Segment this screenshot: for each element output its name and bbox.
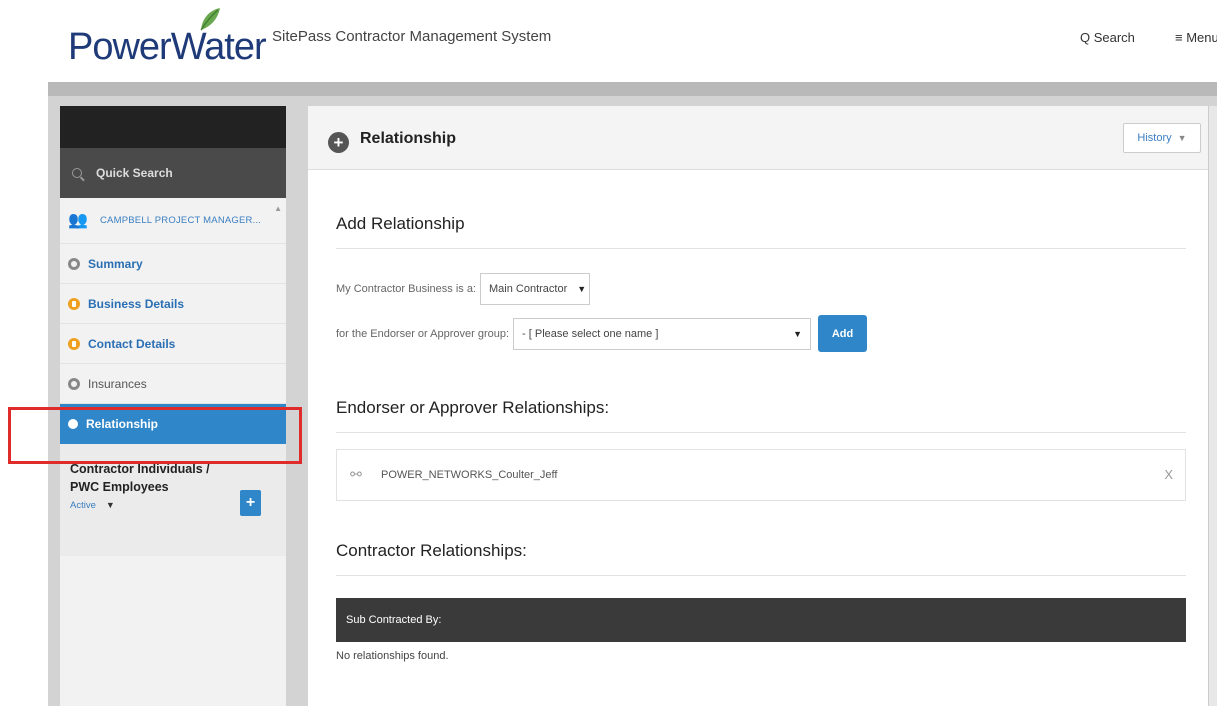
group-value: - [ Please select one name ]	[522, 327, 659, 340]
sidebar-item-label: Contact Details	[88, 336, 176, 351]
sidebar: Quick Search 👥 CAMPBELL PROJECT MANAGER.…	[60, 106, 286, 706]
caret-down-icon: ▼	[577, 284, 587, 294]
search-link[interactable]: Q Search	[1080, 30, 1135, 45]
endorser-relationships-heading: Endorser or Approver Relationships:	[336, 398, 610, 417]
main-panel: + Relationship History ▼ Add Relationship…	[308, 106, 1208, 706]
history-button[interactable]: History ▼	[1123, 123, 1201, 153]
company-selector[interactable]: 👥 CAMPBELL PROJECT MANAGER...	[60, 198, 286, 244]
quick-search-label: Quick Search	[96, 166, 173, 180]
add-individual-button[interactable]: +	[240, 490, 261, 516]
caret-down-icon: ▼	[793, 328, 803, 339]
warning-status-icon	[68, 297, 80, 310]
group-select[interactable]: - [ Please select one name ] ▼	[513, 317, 812, 350]
scrollbar[interactable]	[1208, 106, 1217, 706]
sidebar-header	[60, 106, 286, 148]
panel-header: + Relationship History ▼	[308, 106, 1208, 170]
history-label: History	[1137, 132, 1172, 144]
sidebar-item-business-details[interactable]: Business Details	[60, 284, 286, 324]
highlight-box	[8, 407, 302, 464]
scroll-up-icon[interactable]: ▲	[274, 204, 282, 213]
relationship-name: POWER_NETWORKS_Coulter_Jeff	[381, 469, 558, 481]
group-row: for the Endorser or Approver group: - [ …	[336, 315, 1186, 352]
add-button[interactable]: Add	[818, 315, 868, 352]
plus-circle-icon: +	[328, 132, 349, 153]
search-icon	[72, 168, 82, 178]
business-role-row: My Contractor Business is a: Main Contra…	[336, 273, 1186, 305]
app-title: SitePass Contractor Management System	[272, 28, 552, 45]
sidebar-item-label: Business Details	[88, 296, 185, 311]
business-role-value: Main Contractor	[489, 283, 568, 295]
business-role-label: My Contractor Business is a:	[336, 283, 476, 295]
caret-down-icon: ▼	[105, 500, 115, 510]
page-top-strip	[48, 82, 1217, 96]
divider	[336, 248, 1186, 249]
menu-link[interactable]: ≡ Menu	[1175, 30, 1217, 45]
company-name: CAMPBELL PROJECT MANAGER...	[100, 215, 262, 226]
complete-status-icon	[68, 257, 80, 270]
leaf-icon	[200, 8, 220, 31]
sidebar-item-label: Insurances	[88, 376, 147, 391]
complete-status-icon	[68, 377, 80, 390]
page-title: Relationship	[360, 130, 457, 147]
divider	[336, 432, 1186, 433]
logo-text: PowerWater	[68, 26, 267, 68]
top-header: PowerWater SitePass Contractor Managemen…	[0, 0, 1217, 82]
divider	[336, 575, 1186, 576]
contractor-individuals-title: Contractor Individuals / PWC Employees	[70, 462, 210, 494]
sidebar-item-contact-details[interactable]: Contact Details	[60, 324, 286, 364]
business-role-select[interactable]: Main Contractor ▼	[480, 273, 590, 305]
powerwater-logo[interactable]: PowerWater	[68, 8, 267, 72]
sidebar-item-summary[interactable]: Summary	[60, 244, 286, 284]
link-icon: ⚯	[350, 466, 362, 482]
panel-content: Add Relationship My Contractor Business …	[336, 170, 1186, 662]
caret-down-icon: ▼	[1177, 133, 1187, 143]
status-filter-value: Active	[70, 500, 96, 511]
contractor-relationships-heading: Contractor Relationships:	[336, 541, 527, 560]
remove-relationship-button[interactable]: X	[1164, 467, 1173, 482]
quick-search[interactable]: Quick Search	[60, 148, 286, 198]
list-item: ⚯ POWER_NETWORKS_Coulter_Jeff X	[336, 449, 1186, 501]
sidebar-item-label: Summary	[88, 256, 143, 271]
people-icon: 👥	[68, 211, 88, 229]
table-header-label: Sub Contracted By:	[346, 614, 442, 626]
table-header: Sub Contracted By:	[336, 598, 1186, 642]
warning-status-icon	[68, 337, 80, 350]
group-label: for the Endorser or Approver group:	[336, 327, 510, 340]
empty-message: No relationships found.	[336, 650, 449, 662]
add-relationship-heading: Add Relationship	[336, 214, 465, 233]
sidebar-item-insurances[interactable]: Insurances	[60, 364, 286, 404]
